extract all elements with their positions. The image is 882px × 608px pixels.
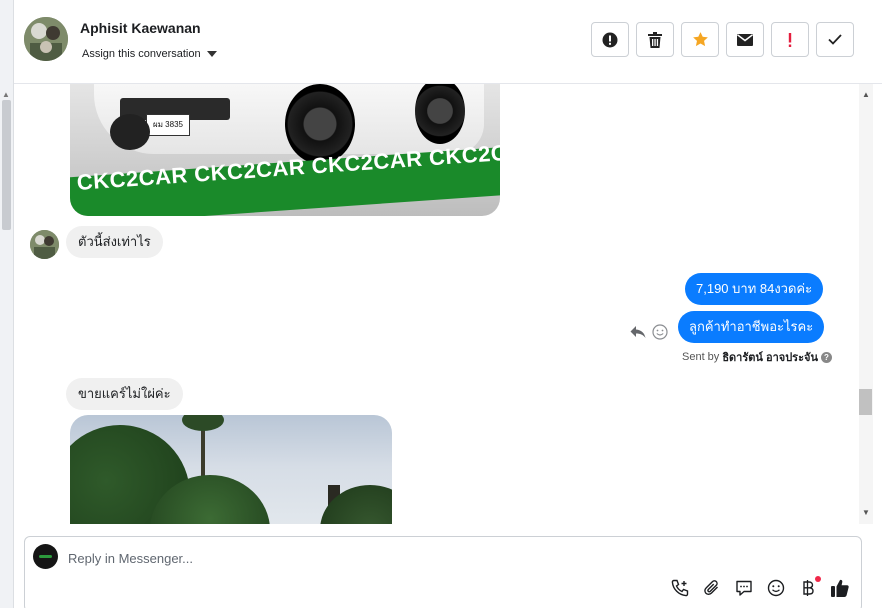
like-button[interactable] <box>829 577 851 599</box>
car-image-attachment[interactable]: ผม 3835 *เงื่อนไขเป็นไปตามที่บริษัทฯ กำห… <box>70 84 500 216</box>
emoji-button[interactable] <box>765 577 787 599</box>
header-actions <box>591 22 854 57</box>
attach-button[interactable] <box>701 577 723 599</box>
conversation-header: Aphisit Kaewanan Assign this conversatio… <box>14 0 882 84</box>
thread-scrollbar[interactable]: ▲ ▼ <box>859 84 873 524</box>
contact-avatar[interactable] <box>24 17 68 61</box>
help-icon[interactable]: ? <box>820 351 832 363</box>
scroll-thumb[interactable] <box>2 100 11 230</box>
sender-avatar[interactable] <box>30 230 59 259</box>
scroll-up-icon[interactable]: ▲ <box>862 90 870 99</box>
exclamation-circle-icon <box>602 32 618 47</box>
outgoing-message[interactable]: ลูกค้าทำอาชีพอะไรคะ <box>678 311 825 343</box>
check-icon <box>828 34 842 45</box>
incoming-message[interactable]: ตัวนี้ส่งเท่าไร <box>66 226 163 258</box>
incoming-message[interactable]: ขายแคร์ไม่ใผ่ค่ะ <box>66 378 183 410</box>
caret-down-icon <box>206 51 217 57</box>
outgoing-message[interactable]: 7,190 บาท 84งวดค่ะ <box>685 273 824 305</box>
scroll-thumb[interactable] <box>859 389 872 415</box>
envelope-icon <box>737 33 753 46</box>
chat-bubble-icon <box>736 580 752 596</box>
smiley-icon <box>767 579 785 597</box>
star-button[interactable] <box>681 22 719 57</box>
messenger-inbox: ▲ Aphisit Kaewanan Assign this conversat… <box>0 0 882 608</box>
trash-icon <box>648 31 662 48</box>
payment-button[interactable] <box>797 576 821 599</box>
composer-tools <box>669 576 851 599</box>
palm-leaves-shape <box>182 415 224 431</box>
right-edge <box>873 84 882 608</box>
page-avatar <box>33 544 58 569</box>
reply-icon[interactable] <box>630 325 646 339</box>
notification-dot <box>815 576 821 582</box>
license-plate: ผม 3835 <box>146 114 190 136</box>
thumbs-up-icon <box>831 579 849 597</box>
message-hover-tools <box>630 324 668 340</box>
garden-image-attachment[interactable] <box>70 415 392 524</box>
delete-button[interactable] <box>636 22 674 57</box>
left-scrollbar[interactable]: ▲ <box>0 0 14 608</box>
sent-by-prefix: Sent by <box>682 351 720 363</box>
assign-label: Assign this conversation <box>82 48 201 60</box>
follow-up-button[interactable] <box>771 22 809 57</box>
paperclip-icon <box>704 580 718 595</box>
scroll-down-icon[interactable]: ▼ <box>862 508 870 517</box>
done-button[interactable] <box>816 22 854 57</box>
car-wheel-shape <box>110 114 150 150</box>
message-thread[interactable]: ผม 3835 *เงื่อนไขเป็นไปตามที่บริษัทฯ กำห… <box>14 84 859 524</box>
baht-icon <box>803 580 814 596</box>
mark-unread-button[interactable] <box>726 22 764 57</box>
saved-replies-button[interactable] <box>733 577 755 599</box>
reaction-smiley-icon[interactable] <box>652 324 668 340</box>
star-icon <box>692 32 708 47</box>
phone-plus-icon <box>671 579 689 597</box>
mark-spam-button[interactable] <box>591 22 629 57</box>
scroll-up-icon[interactable]: ▲ <box>2 90 10 99</box>
call-button[interactable] <box>669 577 691 599</box>
assign-conversation-dropdown[interactable]: Assign this conversation <box>82 48 217 60</box>
reply-input[interactable] <box>68 548 628 568</box>
sent-by-attribution: Sent by ธิดารัตน์ อาจประจัน ? <box>682 348 832 366</box>
contact-name[interactable]: Aphisit Kaewanan <box>80 20 201 36</box>
sent-by-name[interactable]: ธิดารัตน์ อาจประจัน <box>722 348 818 366</box>
reply-composer <box>24 536 862 608</box>
exclamation-icon <box>788 32 792 47</box>
